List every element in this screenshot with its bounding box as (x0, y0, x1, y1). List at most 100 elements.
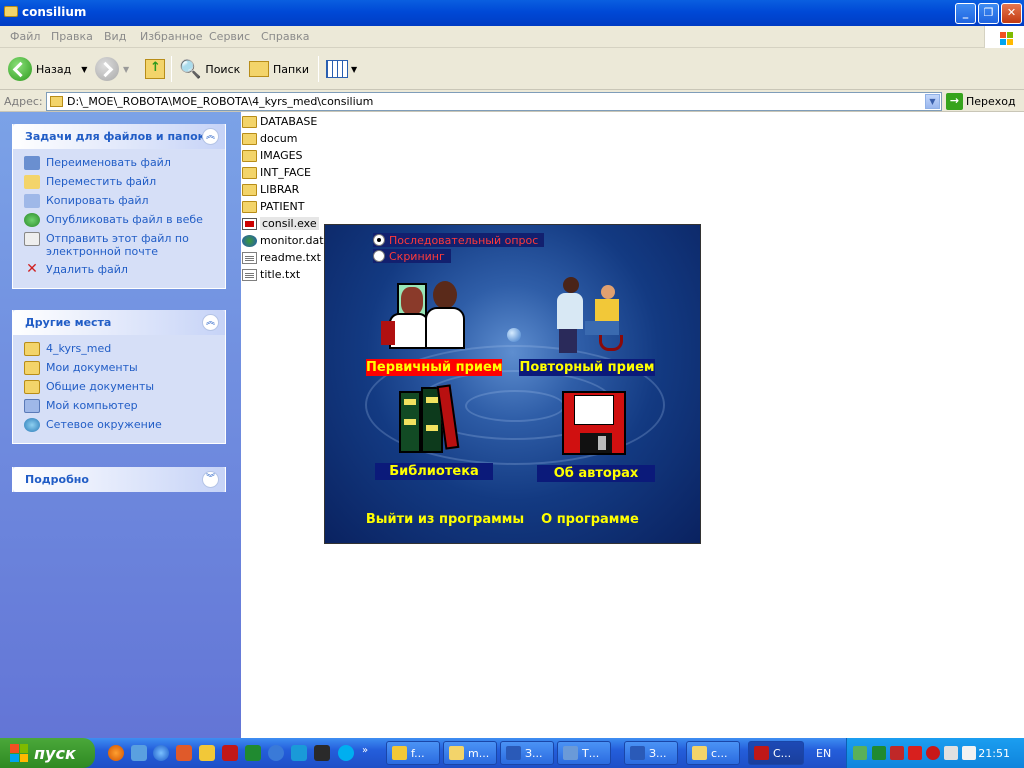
firefox-icon[interactable] (108, 745, 124, 761)
file-item-database[interactable]: DATABASE (242, 113, 332, 130)
folders-button[interactable]: Папки (249, 54, 309, 84)
file-item-images[interactable]: IMAGES (242, 147, 332, 164)
place-4-kyrs-med[interactable]: 4_kyrs_med (24, 342, 225, 356)
chevron-down-icon[interactable]: ▼ (81, 65, 87, 74)
file-item-title-txt[interactable]: title.txt (242, 266, 332, 283)
computer-icon (24, 399, 40, 413)
collapse-icon[interactable]: ︽ (202, 314, 219, 331)
primary-visit-button[interactable]: Первичный прием (366, 359, 502, 376)
move-icon (24, 175, 40, 189)
tasks-panel-header[interactable]: Задачи для файлов и папок ︽ (13, 124, 225, 149)
folder-icon (242, 200, 257, 213)
file-item-int-face[interactable]: INT_FACE (242, 164, 332, 181)
tray-icon[interactable] (890, 746, 904, 760)
app-icon[interactable] (199, 745, 215, 761)
shield-icon[interactable] (926, 746, 940, 760)
search-button[interactable]: 🔍 Поиск (179, 54, 240, 84)
forward-button[interactable]: ▼ (95, 54, 129, 84)
about-authors-button[interactable]: Об авторах (537, 465, 655, 482)
taskbar-item-2[interactable]: m... (443, 741, 497, 765)
menu-view[interactable]: Вид (104, 30, 126, 43)
close-button[interactable]: ✕ (1001, 3, 1022, 24)
maximize-button[interactable]: ❐ (978, 3, 999, 24)
file-item-monitor-dat[interactable]: monitor.dat (242, 232, 332, 249)
app-icon[interactable] (222, 745, 238, 761)
file-item-librar[interactable]: LIBRAR (242, 181, 332, 198)
places-panel-header[interactable]: Другие места ︽ (13, 310, 225, 335)
taskbar-item-7[interactable]: C... (748, 741, 804, 765)
menu-edit[interactable]: Правка (51, 30, 93, 43)
consilium-app-window: Последовательный опрос Скрининг Первичны… (324, 224, 701, 544)
radio-sequential[interactable]: Последовательный опрос (373, 233, 545, 247)
text-file-icon (242, 268, 257, 281)
place-network[interactable]: Сетевое окружение (24, 418, 225, 432)
tray-icon[interactable] (962, 746, 976, 760)
back-arrow-icon (8, 57, 32, 81)
repeat-visit-button[interactable]: Повторный прием (519, 359, 655, 376)
up-button[interactable]: ↑ (145, 54, 165, 84)
app-icon[interactable] (314, 745, 330, 761)
chevron-right-icon[interactable]: » (362, 745, 372, 761)
menu-help[interactable]: Справка (261, 30, 309, 43)
doctors-icon[interactable] (381, 277, 471, 353)
menu-favorites[interactable]: Избранное (140, 30, 202, 43)
floppy-disk-icon[interactable] (562, 391, 626, 455)
folder-icon (24, 342, 40, 356)
task-delete[interactable]: ✕ Удалить файл (24, 262, 225, 277)
antivirus-icon[interactable] (908, 746, 922, 760)
collapse-icon[interactable]: ︽ (202, 128, 219, 145)
views-button[interactable]: ▼ (326, 54, 357, 84)
taskbar-item-1[interactable]: f... (386, 741, 440, 765)
task-rename[interactable]: Переименовать файл (24, 156, 225, 170)
app-icon[interactable] (245, 745, 261, 761)
books-icon[interactable] (395, 384, 467, 455)
menu-file[interactable]: Файл (10, 30, 40, 43)
details-panel-header[interactable]: Подробно ︾ (13, 467, 225, 492)
taskbar-item-4[interactable]: Т... (557, 741, 611, 765)
clock: 21:51 (978, 747, 1010, 760)
task-email[interactable]: Отправить этот файл по электронной почте (24, 232, 225, 258)
chevron-down-icon: ▼ (123, 64, 130, 74)
details-panel-title: Подробно (25, 473, 89, 486)
file-item-docum[interactable]: docum (242, 130, 332, 147)
taskbar-item-6[interactable]: c... (686, 741, 740, 765)
minimize-button[interactable]: _ (955, 3, 976, 24)
place-my-computer[interactable]: Мой компьютер (24, 399, 225, 413)
place-shared-documents[interactable]: Общие документы (24, 380, 225, 394)
task-copy[interactable]: Копировать файл (24, 194, 225, 208)
go-button[interactable]: → Переход (946, 92, 1016, 111)
language-indicator[interactable]: EN (816, 747, 831, 760)
taskbar-item-3[interactable]: З... (500, 741, 554, 765)
text-file-icon (242, 251, 257, 264)
library-button[interactable]: Библиотека (375, 463, 493, 480)
tray-icon[interactable] (872, 746, 886, 760)
patient-exam-icon[interactable] (555, 273, 635, 355)
exit-button[interactable]: Выйти из программы (365, 511, 525, 528)
app-icon[interactable] (291, 745, 307, 761)
expand-icon[interactable]: ︾ (202, 471, 219, 488)
file-item-patient[interactable]: PATIENT (242, 198, 332, 215)
file-item-consil-exe[interactable]: consil.exe (242, 215, 332, 232)
file-item-readme-txt[interactable]: readme.txt (242, 249, 332, 266)
address-input[interactable]: D:\_MOE\_ROBOTA\MOE_ROBOTA\4_kyrs_med\co… (46, 92, 942, 111)
radio-screening[interactable]: Скрининг (373, 249, 451, 263)
chevron-down-icon[interactable]: ▼ (925, 94, 940, 109)
title-bar: consilium _ ❐ ✕ (0, 0, 1024, 26)
start-button[interactable]: пуск (0, 738, 95, 768)
app-icon[interactable] (268, 745, 284, 761)
app-icon[interactable] (176, 745, 192, 761)
app-icon[interactable] (131, 745, 147, 761)
back-button[interactable]: Назад ▼ (8, 54, 87, 84)
tray-icon[interactable] (853, 746, 867, 760)
folders-label: Папки (273, 62, 309, 76)
mail-icon (24, 232, 40, 246)
about-program-button[interactable]: О программе (537, 511, 643, 528)
skype-icon[interactable] (338, 745, 354, 761)
internet-explorer-icon[interactable] (153, 745, 169, 761)
menu-tools[interactable]: Сервис (209, 30, 250, 43)
taskbar-item-5[interactable]: З... (624, 741, 678, 765)
tray-icon[interactable] (944, 746, 958, 760)
place-my-documents[interactable]: Мои документы (24, 361, 225, 375)
task-move[interactable]: Переместить файл (24, 175, 225, 189)
task-publish[interactable]: Опубликовать файл в вебе (24, 213, 225, 227)
